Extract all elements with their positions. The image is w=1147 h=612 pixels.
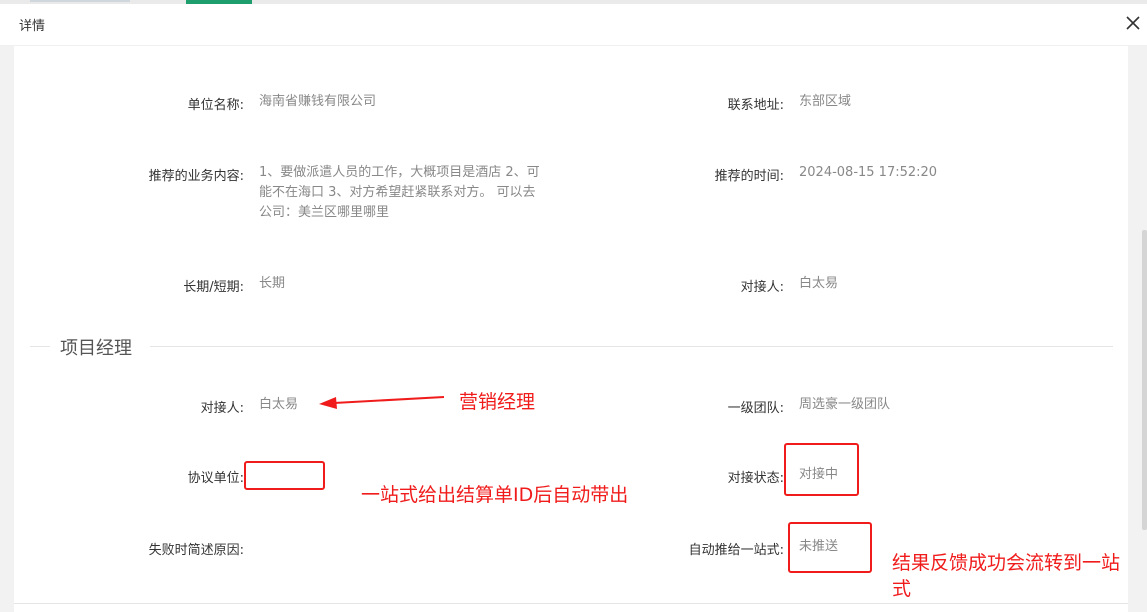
scrollbar[interactable] — [1142, 230, 1147, 530]
business-label: 推荐的业务内容: — [148, 169, 244, 184]
team-label: 一级团队: — [727, 401, 784, 416]
divider-line-right — [150, 346, 1113, 347]
annotation-marketing: 营销经理 — [459, 391, 536, 413]
annotation-feedback: 结果反馈成功会流转到一站式 — [892, 552, 1121, 600]
term-value: 长期 — [259, 276, 286, 291]
recommend-time-label: 推荐的时间: — [714, 169, 784, 184]
status-highlight-box — [784, 443, 859, 496]
contact-label: 对接人: — [740, 280, 784, 295]
status-label: 对接状态: — [727, 471, 784, 486]
pm-contact-value: 白太易 — [259, 397, 299, 412]
business-value: 1、要做派遣人员的工作，大概项目是酒店 2、可能不在海口 3、对方希望赶紧联系对… — [259, 165, 540, 220]
bottom-divider — [14, 603, 1128, 604]
agreement-highlight-box — [244, 461, 325, 490]
fail-reason-label: 失败时简述原因: — [148, 543, 244, 558]
recommend-time-value: 2024-08-15 17:52:20 — [799, 165, 938, 180]
address-value: 东部区域 — [799, 94, 852, 109]
agreement-unit-label: 协议单位: — [187, 471, 244, 486]
team-value: 周选豪一级团队 — [799, 397, 891, 412]
divider-line-left — [30, 346, 50, 347]
unit-name-label: 单位名称: — [187, 98, 244, 113]
address-label: 联系地址: — [727, 98, 784, 113]
push-highlight-box — [788, 522, 872, 573]
close-icon[interactable] — [1123, 13, 1143, 33]
section-title: 项目经理 — [60, 338, 132, 359]
auto-push-label: 自动推给一站式: — [688, 543, 784, 558]
tab-ghost — [30, 0, 130, 2]
contact-value: 白太易 — [799, 276, 839, 291]
arrow-left-icon — [319, 396, 445, 409]
section-divider: 项目经理 — [30, 334, 1113, 359]
pm-contact-label: 对接人: — [200, 401, 244, 416]
dialog-content — [14, 46, 1128, 612]
annotation-onestop: 一站式给出结算单ID后自动带出 — [361, 484, 629, 506]
term-label: 长期/短期: — [183, 280, 244, 295]
dialog-header: 详情 — [0, 4, 1147, 46]
unit-name-value: 海南省赚钱有限公司 — [259, 94, 377, 109]
dialog-title: 详情 — [19, 19, 46, 34]
